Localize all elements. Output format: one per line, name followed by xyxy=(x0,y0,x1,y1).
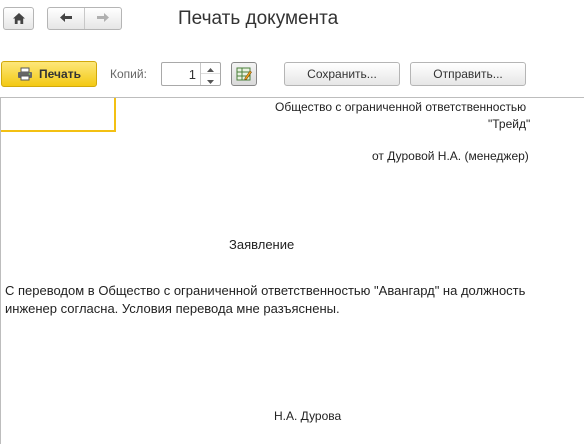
signature: Н.А. Дурова xyxy=(274,409,342,423)
save-button-label: Сохранить... xyxy=(307,67,377,81)
copies-label: Копий: xyxy=(110,67,147,81)
recipient-org-line2: "Трейд" xyxy=(488,117,531,131)
copies-input[interactable]: 1 xyxy=(189,67,196,82)
sender-line: от Дуровой Н.А. (менеджер) xyxy=(372,149,529,163)
home-button[interactable] xyxy=(3,7,34,30)
home-icon xyxy=(12,12,26,25)
edit-table-icon xyxy=(236,66,252,82)
edit-mode-button[interactable] xyxy=(231,62,257,86)
selected-cell[interactable] xyxy=(1,98,116,132)
copies-spinner[interactable] xyxy=(200,63,220,85)
printer-icon xyxy=(17,67,33,81)
send-button[interactable]: Отправить... xyxy=(410,62,526,86)
print-button[interactable]: Печать xyxy=(1,61,97,87)
back-button[interactable] xyxy=(48,8,85,29)
send-button-label: Отправить... xyxy=(433,67,503,81)
print-button-label: Печать xyxy=(39,67,81,81)
navigation-group xyxy=(47,7,122,30)
forward-button[interactable] xyxy=(85,8,121,29)
caret-down-icon xyxy=(207,71,214,89)
arrow-left-icon xyxy=(59,10,73,28)
document-preview[interactable]: Общество с ограниченной ответственностью… xyxy=(0,97,584,444)
decrement-button[interactable] xyxy=(201,74,220,85)
statement-body: С переводом в Общество с ограниченной от… xyxy=(5,283,526,316)
window-title: Печать документа xyxy=(178,8,339,29)
recipient-org-line1: Общество с ограниченной ответственностью xyxy=(275,100,527,114)
statement-title: Заявление xyxy=(229,237,295,252)
save-button[interactable]: Сохранить... xyxy=(284,62,400,86)
arrow-right-icon xyxy=(96,10,110,28)
copies-stepper[interactable]: 1 xyxy=(161,62,221,86)
